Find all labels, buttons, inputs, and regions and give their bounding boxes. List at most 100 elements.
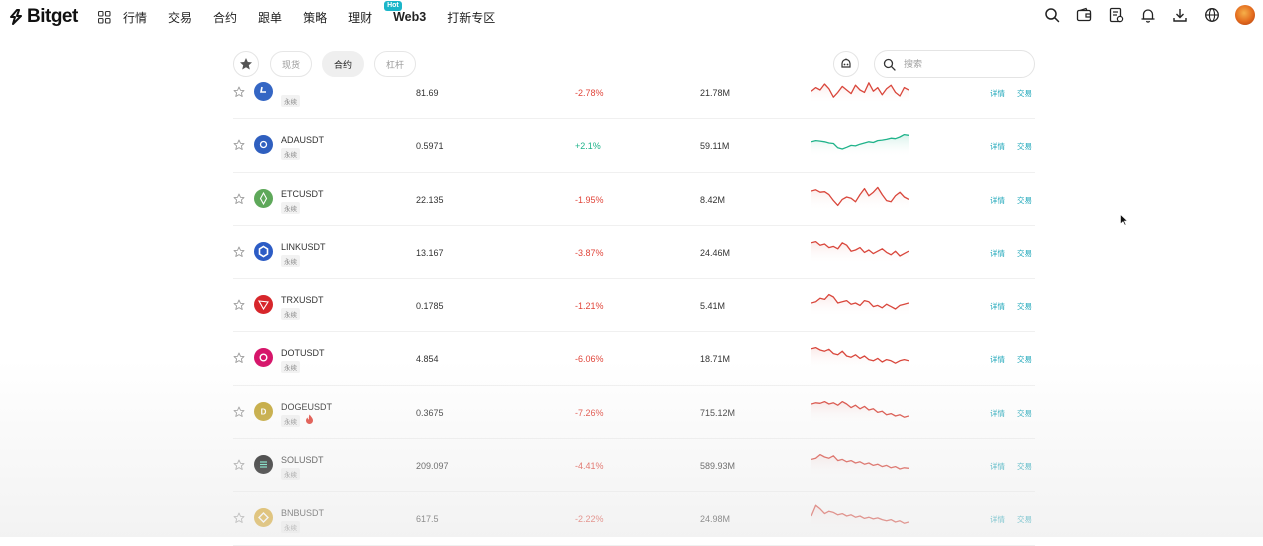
price-change: -3.87% xyxy=(575,247,604,258)
last-price: 0.3675 xyxy=(416,407,444,418)
nav-item-futures[interactable]: 合约 xyxy=(213,9,237,26)
table-row[interactable]: D DOGEUSDT 永续 0.3675 -7.26% 715.12M 详情 交易 xyxy=(233,386,1035,440)
detail-link[interactable]: 详情 xyxy=(990,301,1005,312)
detail-link[interactable]: 详情 xyxy=(990,195,1005,206)
pair-symbol[interactable]: DOTUSDT xyxy=(281,348,325,358)
trade-link[interactable]: 交易 xyxy=(1017,88,1032,99)
volume-24h: 8.42M xyxy=(700,194,726,205)
pair-symbol[interactable]: SOLUSDT xyxy=(281,455,324,465)
trade-link[interactable]: 交易 xyxy=(1017,408,1032,419)
price-change: -4.41% xyxy=(575,461,604,472)
nav-item-launchpad[interactable]: 打新专区 xyxy=(447,9,495,26)
table-row[interactable]: ADAUSDT 永续 0.5971 +2.1% 59.11M 详情 交易 xyxy=(233,119,1035,173)
wallet-icon[interactable] xyxy=(1075,6,1093,24)
detail-link[interactable]: 详情 xyxy=(990,514,1005,525)
brand-name: Bitget xyxy=(27,6,78,27)
market-table: 永续 81.69 -2.78% 21.78M 详情 交易 ADAUSDT 永续 0.5971 +2… xyxy=(233,66,1035,546)
table-row[interactable]: DOTUSDT 永续 4.854 -6.06% 18.71M 详情 交易 xyxy=(233,332,1035,386)
sparkline-chart xyxy=(810,236,910,264)
orders-icon[interactable] xyxy=(1107,6,1125,24)
sparkline-chart xyxy=(810,289,910,318)
favorite-star-icon[interactable] xyxy=(233,511,245,524)
last-price: 22.135 xyxy=(416,194,444,205)
perpetual-tag: 永续 xyxy=(281,95,300,107)
fire-icon xyxy=(306,414,313,424)
trade-link[interactable]: 交易 xyxy=(1017,195,1032,206)
nav-item-web3[interactable]: Hot Web3 xyxy=(384,1,426,24)
polkadot-icon xyxy=(254,348,273,368)
favorite-star-icon[interactable] xyxy=(233,138,245,151)
table-row[interactable]: BNBUSDT 永续 617.5 -2.22% 24.98M 详情 交易 xyxy=(233,492,1035,546)
favorite-star-icon[interactable] xyxy=(233,245,245,257)
avatar[interactable] xyxy=(1235,5,1255,25)
table-row[interactable]: SOLUSDT 永续 209.097 -4.41% 589.93M 详情 交易 xyxy=(233,439,1035,493)
bnb-icon xyxy=(254,508,273,528)
nav-item-earn[interactable]: 理财 xyxy=(348,9,372,26)
table-row[interactable]: ETCUSDT 永续 22.135 -1.95% 8.42M 详情 交易 xyxy=(233,173,1035,226)
nav-item-strategy[interactable]: 策略 xyxy=(303,9,327,26)
trade-link[interactable]: 交易 xyxy=(1017,354,1032,365)
price-change: -6.06% xyxy=(575,354,604,365)
volume-24h: 59.11M xyxy=(700,141,730,152)
volume-24h: 18.71M xyxy=(700,354,731,365)
nav-item-copy-trading[interactable]: 跟单 xyxy=(258,9,282,26)
mouse-cursor-icon xyxy=(1120,214,1128,226)
detail-link[interactable]: 详情 xyxy=(990,408,1005,419)
volume-24h: 715.12M xyxy=(700,407,736,418)
trade-link[interactable]: 交易 xyxy=(1017,141,1032,152)
brand-logo[interactable]: Bitget xyxy=(8,6,90,28)
favorite-star-icon[interactable] xyxy=(233,298,245,311)
trade-link[interactable]: 交易 xyxy=(1017,461,1032,472)
pair-symbol[interactable]: DOGEUSDT xyxy=(281,402,332,412)
globe-icon[interactable] xyxy=(1203,6,1221,24)
price-change: -2.78% xyxy=(575,88,604,98)
volume-24h: 24.46M xyxy=(700,247,731,258)
ethereum-classic-icon xyxy=(254,188,273,208)
volume-24h: 21.78M xyxy=(700,88,731,98)
pair-symbol[interactable]: ETCUSDT xyxy=(281,189,324,199)
nav-item-trade[interactable]: 交易 xyxy=(168,9,192,26)
tron-icon xyxy=(254,295,273,315)
volume-24h: 589.93M xyxy=(700,461,736,472)
sparkline-chart xyxy=(810,129,910,158)
litecoin-icon xyxy=(254,82,273,101)
perpetual-tag: 永续 xyxy=(281,254,300,267)
favorite-star-icon[interactable] xyxy=(233,405,245,417)
pair-symbol[interactable]: ADAUSDT xyxy=(281,135,324,145)
favorite-star-icon[interactable] xyxy=(233,458,245,471)
search-icon[interactable] xyxy=(1043,6,1061,24)
favorite-star-icon[interactable] xyxy=(233,192,245,204)
apps-grid-icon[interactable] xyxy=(98,10,111,24)
last-price: 81.69 xyxy=(416,88,439,98)
perpetual-tag: 永续 xyxy=(281,361,300,374)
download-icon[interactable] xyxy=(1171,6,1189,24)
sparkline-chart xyxy=(810,342,910,371)
bell-icon[interactable] xyxy=(1139,6,1157,24)
detail-link[interactable]: 详情 xyxy=(990,141,1005,152)
table-row[interactable]: LINKUSDT 永续 13.167 -3.87% 24.46M 详情 交易 xyxy=(233,226,1035,280)
pair-symbol[interactable]: TRXUSDT xyxy=(281,295,324,305)
last-price: 0.5971 xyxy=(416,141,444,152)
detail-link[interactable]: 详情 xyxy=(990,354,1005,365)
last-price: 4.854 xyxy=(416,354,439,365)
sparkline-chart xyxy=(810,396,910,424)
perpetual-tag: 永续 xyxy=(281,308,300,321)
solana-icon xyxy=(254,455,273,475)
table-row[interactable]: TRXUSDT 永续 0.1785 -1.21% 5.41M 详情 交易 xyxy=(233,279,1035,333)
table-row[interactable]: 永续 81.69 -2.78% 21.78M 详情 交易 xyxy=(233,66,1035,120)
trade-link[interactable]: 交易 xyxy=(1017,301,1032,312)
detail-link[interactable]: 详情 xyxy=(990,461,1005,472)
favorite-star-icon[interactable] xyxy=(233,351,245,364)
pair-symbol[interactable]: BNBUSDT xyxy=(281,508,324,518)
detail-link[interactable]: 详情 xyxy=(990,88,1005,99)
price-change: -2.22% xyxy=(575,514,604,525)
trade-link[interactable]: 交易 xyxy=(1017,514,1032,525)
price-change: +2.1% xyxy=(575,141,601,152)
trade-link[interactable]: 交易 xyxy=(1017,248,1032,259)
favorite-star-icon[interactable] xyxy=(233,85,245,97)
nav-item-market[interactable]: 行情 xyxy=(123,9,147,26)
detail-link[interactable]: 详情 xyxy=(990,248,1005,259)
last-price: 617.5 xyxy=(416,514,439,525)
pair-symbol[interactable]: LINKUSDT xyxy=(281,242,326,252)
bitget-logo-icon xyxy=(10,9,22,25)
